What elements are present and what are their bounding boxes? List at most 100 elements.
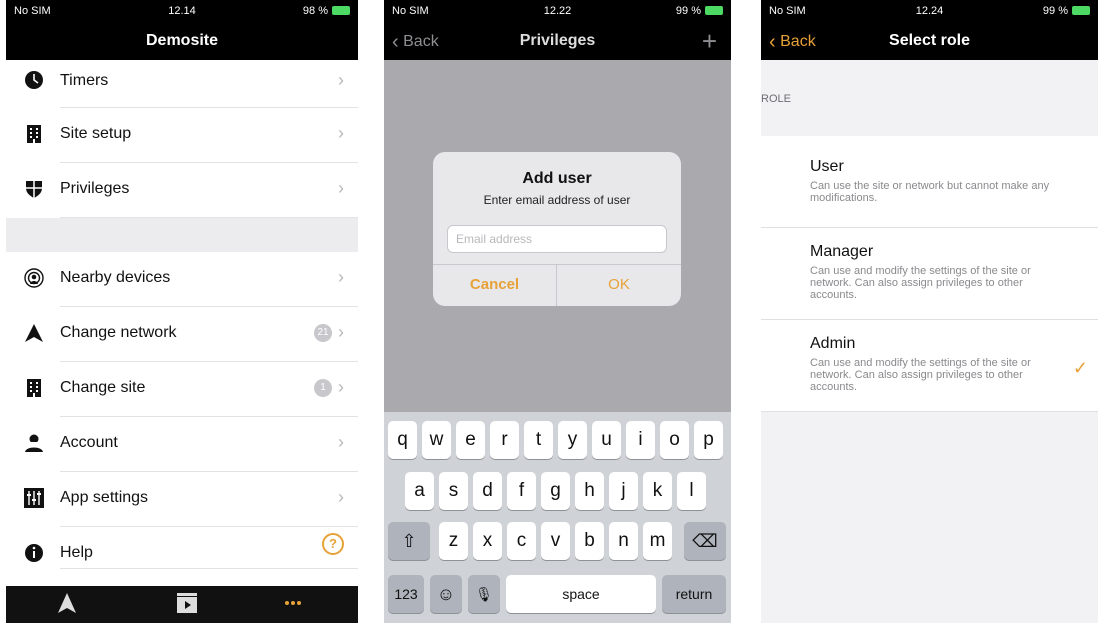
menu-item-account[interactable]: Account › [6,417,358,472]
menu-item-help[interactable]: Help ? [6,527,358,569]
key-g[interactable]: g [541,472,570,510]
key-h[interactable]: h [575,472,604,510]
tab-scenes[interactable] [176,592,198,614]
menu-item-label: Nearby devices [60,269,171,286]
info-icon [24,543,44,563]
key-d[interactable]: d [473,472,502,510]
menu-item-privileges[interactable]: Privileges › [6,163,358,218]
key-x[interactable]: x [473,522,502,560]
key-y[interactable]: y [558,421,587,459]
key-k[interactable]: k [643,472,672,510]
key-b[interactable]: b [575,522,604,560]
status-bar: No SIM 12.24 99 % [761,0,1098,22]
add-user-dialog: Add user Enter email address of user Can… [433,152,681,306]
key-u[interactable]: u [592,421,621,459]
role-option-user[interactable]: User Can use the site or network but can… [761,136,1098,228]
nav-bar: ‹ Back Select role [761,22,1098,60]
battery-icon [332,6,350,15]
screen-privileges-add-user: No SIM 12.22 99 % ‹ Back Privileges + Ad… [384,0,731,623]
chevron-right-icon: › [338,123,344,143]
key-e[interactable]: e [456,421,485,459]
status-bar: No SIM 12.22 99 % [384,0,731,22]
role-name: Manager [810,243,874,260]
key-l[interactable]: l [677,472,706,510]
menu-item-label: Help [60,544,93,561]
battery-label: 99 % [1043,5,1090,17]
menu-item-change-network[interactable]: Change network 21 › [6,307,358,362]
chevron-right-icon: › [338,487,344,507]
dialog-title: Add user [522,170,592,187]
menu-item-site-setup[interactable]: Site setup › [6,108,358,163]
key-t[interactable]: t [524,421,553,459]
menu-item-change-site[interactable]: Change site 1 › [6,362,358,417]
menu-item-app-settings[interactable]: App settings › [6,472,358,527]
network-icon [24,323,44,343]
menu-item-label: Privileges [60,180,130,197]
key-s[interactable]: s [439,472,468,510]
key-n[interactable]: n [609,522,638,560]
key-z[interactable]: z [439,522,468,560]
role-description: Can use and modify the settings of the s… [810,265,1031,301]
help-button[interactable]: ? [322,533,344,555]
backspace-key[interactable]: ⌫ [684,522,726,560]
chevron-right-icon: › [338,70,344,90]
menu-item-label: Change site [60,379,146,396]
menu-item-label: Site setup [60,125,132,142]
emoji-key[interactable]: ☺ [430,575,462,613]
battery-label: 98 % [303,5,350,17]
section-header-label: ROLE [761,93,791,105]
chevron-right-icon: › [338,322,344,342]
dialog-buttons: Cancel OK [433,264,681,306]
menu-item-label: Account [60,434,118,451]
key-c[interactable]: c [507,522,536,560]
key-a[interactable]: a [405,472,434,510]
menu-item-timers[interactable]: Timers › [6,60,358,108]
key-q[interactable]: q [388,421,417,459]
menu-item-label: App settings [60,489,149,506]
tab-network[interactable] [56,592,78,614]
screen-select-role: No SIM 12.24 99 % ‹ Back Select role ROL… [761,0,1098,623]
page-title: Privileges [519,32,596,49]
page-title: Select role [889,32,970,49]
chevron-right-icon: › [338,267,344,287]
sliders-icon [24,488,44,508]
return-key[interactable]: return [662,575,726,613]
key-v[interactable]: v [541,522,570,560]
key-j[interactable]: j [609,472,638,510]
screen-menu: No SIM 12.14 98 % Demosite Timers › Site… [6,0,358,623]
email-field[interactable] [447,225,667,253]
cancel-button[interactable]: Cancel [433,265,557,306]
shield-icon [24,179,44,199]
building-icon [24,124,44,144]
battery-label: 99 % [676,5,723,17]
numbers-key[interactable]: 123 [388,575,424,613]
space-key[interactable]: space [506,575,656,613]
add-icon[interactable]: + [702,26,717,57]
ok-button[interactable]: OK [557,265,681,306]
page-title: Demosite [145,32,219,49]
key-w[interactable]: w [422,421,451,459]
tab-bar [6,586,358,623]
radar-icon [24,268,44,288]
key-f[interactable]: f [507,472,536,510]
role-description: Can use and modify the settings of the s… [810,357,1031,393]
key-p[interactable]: p [694,421,723,459]
status-bar: No SIM 12.14 98 % [6,0,358,22]
key-o[interactable]: o [660,421,689,459]
shift-key[interactable]: ⇧ [388,522,430,560]
role-list: User Can use the site or network but can… [761,136,1098,412]
clock-icon [24,70,44,90]
role-option-manager[interactable]: Manager Can use and modify the settings … [761,228,1098,320]
microphone-key[interactable]: 🎙 [468,575,500,613]
battery-icon [705,6,723,15]
role-description: Can use the site or network but cannot m… [810,180,1050,204]
chevron-right-icon: › [338,432,344,452]
count-badge: 21 [314,324,332,342]
role-option-admin[interactable]: Admin Can use and modify the settings of… [761,320,1098,412]
key-r[interactable]: r [490,421,519,459]
tab-more[interactable] [282,592,304,614]
person-icon [24,433,44,453]
menu-item-nearby-devices[interactable]: Nearby devices › [6,252,358,307]
key-i[interactable]: i [626,421,655,459]
key-m[interactable]: m [643,522,672,560]
